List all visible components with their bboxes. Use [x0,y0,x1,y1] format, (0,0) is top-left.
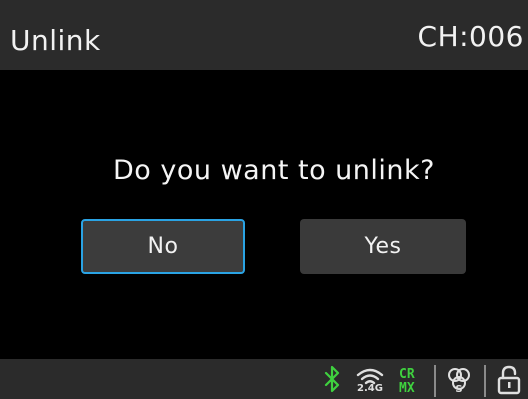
yes-button-label: Yes [364,234,402,259]
channel-indicator: CH:006 [417,20,524,53]
device-screen: Unlink CH:006 Do you want to unlink? No … [0,0,528,399]
svg-text:S: S [455,384,462,395]
page-title: Unlink [10,24,101,57]
dialog-question: Do you want to unlink? [113,155,435,186]
crmx-icon: CR MX [397,359,427,399]
no-button-label: No [147,234,179,259]
header-bar: Unlink CH:006 [0,0,528,70]
crmx-bottom-label: MX [399,381,415,396]
status-bar: 2.4G CR MX S [0,359,528,399]
wifi-2-4g-icon: 2.4G [352,359,388,399]
status-divider [434,365,436,397]
lock-open-icon [494,359,524,399]
crmx-top-label: CR [399,367,415,382]
bluetooth-icon [320,359,344,399]
wifi-band-label: 2.4G [357,383,383,394]
yes-button[interactable]: Yes [300,219,466,274]
status-divider [484,365,486,397]
cs-link-icon: S [442,359,476,399]
no-button[interactable]: No [81,219,245,274]
